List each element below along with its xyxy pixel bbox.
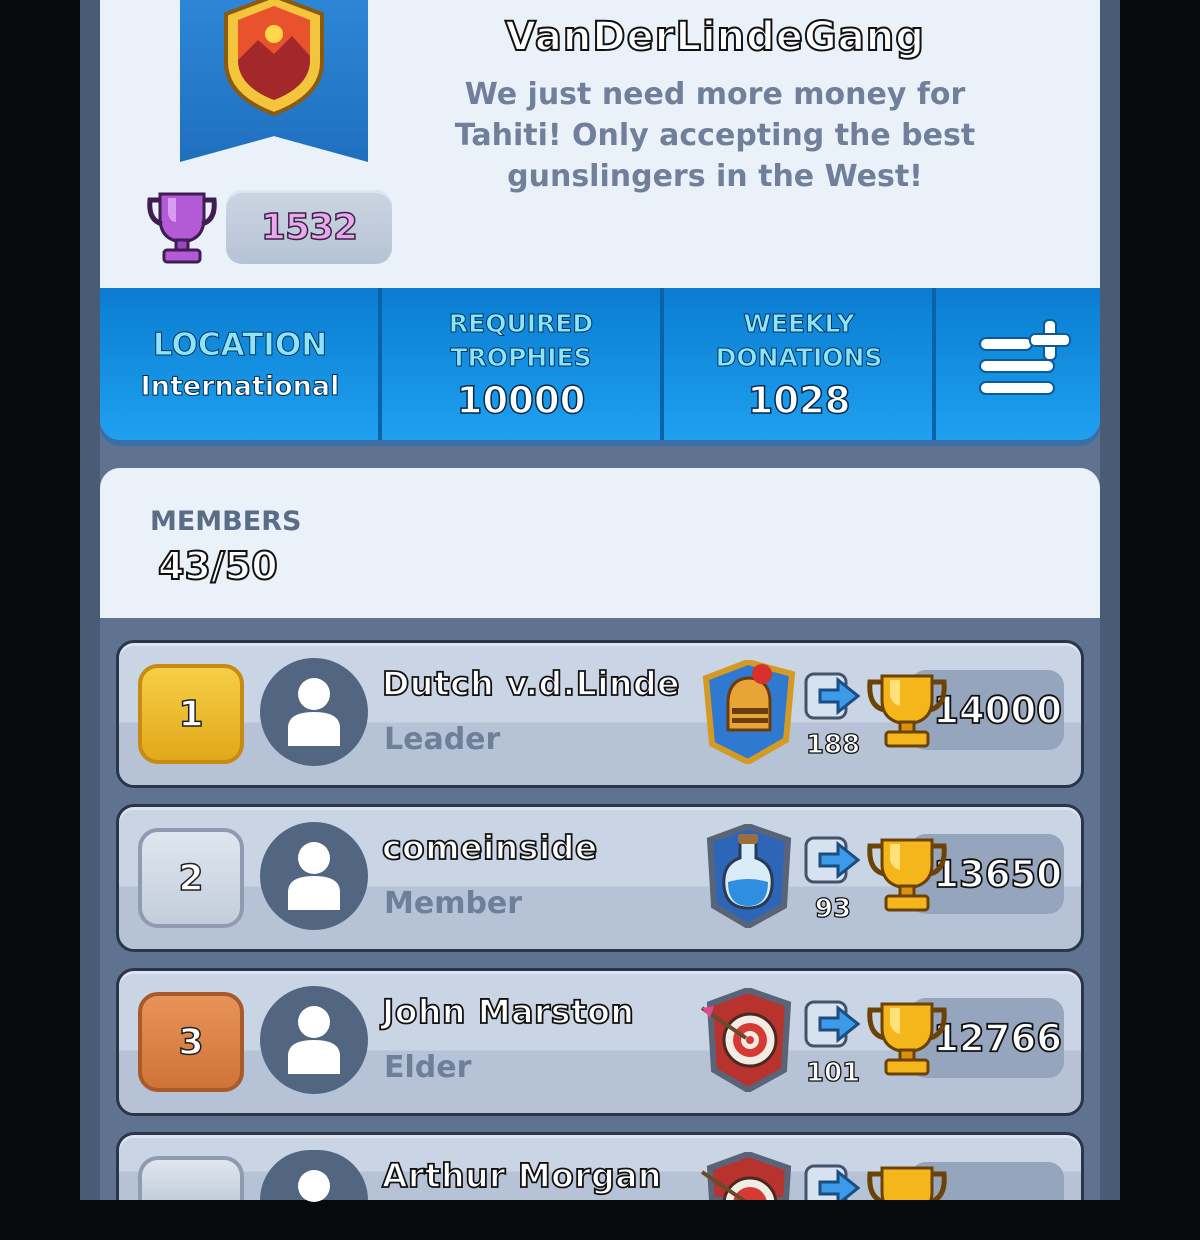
- rank-badge: 1: [138, 664, 244, 764]
- rank-badge: [138, 1156, 244, 1200]
- potion-arena-icon: [706, 824, 792, 928]
- clan-description: We just need more money for Tahiti! Only…: [454, 77, 976, 194]
- weekly-label-line2: DONATIONS: [715, 342, 883, 372]
- members-count: 43/50: [157, 543, 279, 589]
- location-value: International: [140, 370, 340, 402]
- person-icon: [288, 842, 340, 910]
- person-icon: [288, 1006, 340, 1074]
- required-label-line1: REQUIRED: [448, 308, 594, 338]
- member-role: Member: [384, 886, 523, 921]
- required-trophies-cell: REQUIRED TROPHIES 10000: [382, 288, 660, 440]
- donation-arrow-icon: [804, 1000, 860, 1048]
- avatar: [260, 658, 368, 766]
- weekly-donations-value: 1028: [747, 378, 851, 423]
- clan-badge-icon[interactable]: [218, 0, 330, 116]
- weekly-donations-label: WEEKLY DONATIONS: [715, 307, 883, 375]
- knight-helmet-arena-icon: [702, 660, 796, 764]
- donation-arrow-icon: [804, 836, 860, 884]
- weekly-donations-cell: WEEKLY DONATIONS 1028: [664, 288, 934, 440]
- clan-info-bar: LOCATION International REQUIRED TROPHIES…: [100, 288, 1100, 440]
- donation-count: 188: [805, 729, 861, 760]
- member-role: Elder: [384, 1050, 472, 1085]
- person-icon: [298, 1170, 330, 1202]
- target-arena-icon: [700, 988, 792, 1092]
- members-label: MEMBERS: [150, 506, 302, 537]
- clan-menu-add-icon[interactable]: [974, 318, 1074, 402]
- avatar: [260, 986, 368, 1094]
- donation-count: 101: [805, 1057, 861, 1088]
- member-name: comeinside: [381, 827, 598, 868]
- divider: [932, 288, 936, 440]
- location-label: LOCATION: [152, 326, 328, 363]
- weekly-label-line1: WEEKLY: [743, 308, 855, 338]
- member-role: Leader: [384, 722, 501, 757]
- member-name: John Marston: [381, 991, 635, 1032]
- clan-trophy-icon: [147, 192, 217, 264]
- frame-edge-left: [80, 0, 100, 1200]
- members-card: [100, 468, 1100, 618]
- donation-arrow-icon: [804, 672, 860, 720]
- gold-trophy-icon: [867, 1166, 947, 1200]
- person-icon: [288, 678, 340, 746]
- clan-trophy-count: 1532: [226, 190, 392, 264]
- frame-edge-right: [1100, 0, 1120, 1200]
- donation-arrow-icon: [804, 1164, 860, 1200]
- member-name: Dutch v.d.Linde: [381, 663, 681, 704]
- clan-name: VanDerLindeGang: [504, 13, 925, 61]
- rank-badge: 3: [138, 992, 244, 1092]
- gold-trophy-icon: [867, 1002, 947, 1076]
- required-label-line2: TROPHIES: [450, 342, 592, 372]
- gold-trophy-icon: [867, 838, 947, 912]
- donation-count: 93: [814, 893, 852, 924]
- required-trophies-label: REQUIRED TROPHIES: [448, 307, 594, 375]
- required-trophies-value: 10000: [456, 378, 586, 423]
- member-name: Arthur Morgan: [381, 1155, 663, 1196]
- location-cell: LOCATION International: [100, 288, 380, 440]
- target-arena-icon: [700, 1152, 792, 1200]
- avatar: [260, 822, 368, 930]
- clan-trophy-value: 1532: [260, 206, 359, 249]
- gold-trophy-icon: [867, 674, 947, 748]
- rank-badge: 2: [138, 828, 244, 928]
